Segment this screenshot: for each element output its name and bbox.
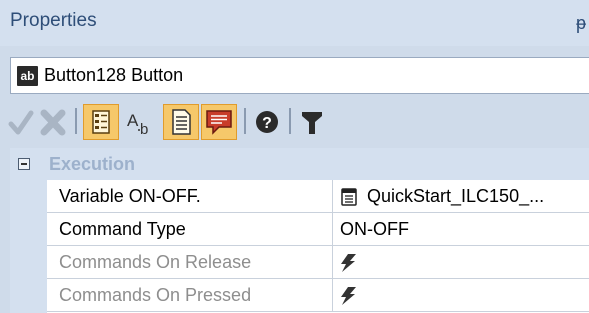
property-row-variable-on-off[interactable]: Variable ON-OFF. QuickStart_ILC150_... xyxy=(47,180,589,213)
help-icon: ? xyxy=(256,111,278,133)
object-selector-label: Button128 Button xyxy=(44,65,184,85)
cancel-button[interactable] xyxy=(38,104,68,140)
toolbar-separator xyxy=(75,108,77,134)
category-execution[interactable]: Execution xyxy=(10,148,589,180)
property-row-commands-on-release[interactable]: Commands On Release xyxy=(47,246,589,279)
column-divider xyxy=(332,180,333,213)
properties-title-bar: Properties ᵽ xyxy=(0,0,589,46)
column-divider xyxy=(332,246,333,279)
lightning-icon[interactable] xyxy=(339,253,359,273)
help-button[interactable]: ? xyxy=(252,104,282,140)
properties-toolbar: A b ? xyxy=(0,98,589,146)
apply-check-icon xyxy=(8,110,34,135)
alphabetical-sort-button[interactable]: A b xyxy=(124,104,158,140)
svg-text:b: b xyxy=(140,121,148,138)
filter-button[interactable] xyxy=(297,104,327,140)
property-name: Variable ON-OFF. xyxy=(59,186,201,206)
properties-page-button[interactable] xyxy=(163,104,199,140)
alphabetical-sort-icon: A b xyxy=(127,111,148,138)
toolbar-separator xyxy=(244,108,246,134)
categorized-view-button[interactable] xyxy=(83,104,119,140)
pin-icon[interactable]: ᵽ xyxy=(576,12,589,34)
button-object-icon: ab xyxy=(17,66,38,86)
property-name: Commands On Pressed xyxy=(59,285,252,305)
events-page-icon xyxy=(206,110,232,135)
category-label: Execution xyxy=(49,154,136,174)
column-divider xyxy=(332,279,333,312)
svg-text:?: ? xyxy=(262,115,272,132)
toolbar-separator xyxy=(289,108,291,134)
apply-button[interactable] xyxy=(8,104,34,140)
cancel-x-icon xyxy=(40,109,66,136)
property-name: Commands On Release xyxy=(59,252,252,272)
column-divider xyxy=(332,213,333,246)
property-value[interactable]: QuickStart_ILC150_... xyxy=(367,186,544,207)
variable-icon xyxy=(341,188,357,206)
grid-gutter xyxy=(10,180,47,313)
events-page-button[interactable] xyxy=(201,104,237,140)
property-row-command-type[interactable]: Command Type ON-OFF xyxy=(47,213,589,246)
categorized-view-icon xyxy=(92,110,110,134)
property-name: Command Type xyxy=(59,219,186,239)
filter-icon xyxy=(302,112,322,134)
property-grid: Execution Variable ON-OFF. QuickStart_IL… xyxy=(10,148,589,313)
object-selector[interactable]: ab Button128 Button xyxy=(10,57,589,94)
collapse-icon[interactable] xyxy=(18,158,30,170)
property-row-commands-on-pressed[interactable]: Commands On Pressed xyxy=(47,279,589,312)
properties-page-icon xyxy=(172,109,191,135)
svg-text:A: A xyxy=(127,111,139,130)
lightning-icon[interactable] xyxy=(339,286,359,306)
property-value[interactable]: ON-OFF xyxy=(340,219,409,240)
panel-title: Properties xyxy=(10,10,97,31)
